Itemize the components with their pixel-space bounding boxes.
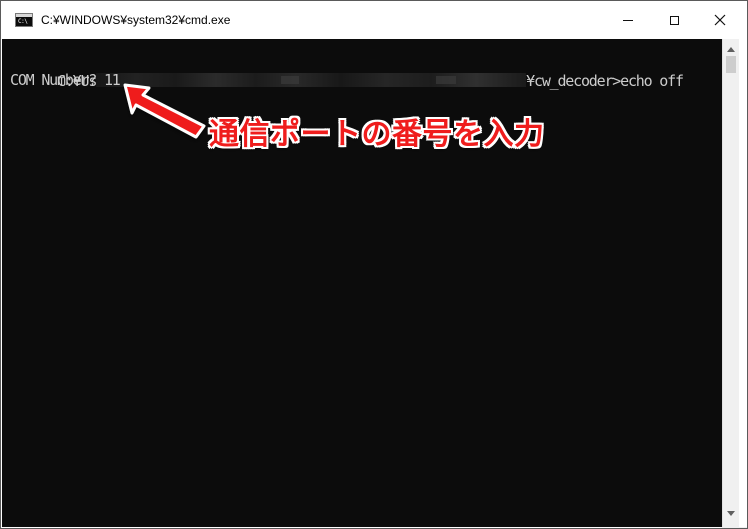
close-icon bbox=[714, 14, 726, 26]
scroll-up-arrow-icon[interactable] bbox=[727, 47, 735, 52]
console-output[interactable]: C:¥Us ¥cw_decoder>echo off COM Number? 11 bbox=[2, 39, 722, 527]
command-prompt-icon-text: C:\ bbox=[18, 18, 28, 25]
maximize-button[interactable] bbox=[651, 1, 697, 39]
console-line-com-number: COM Number? 11 bbox=[10, 71, 121, 89]
red-arrow-annotation bbox=[123, 83, 206, 139]
command-prompt-window: C:\ C:¥WINDOWS¥system32¥cmd.exe C:¥Us ¥cw… bbox=[0, 0, 748, 529]
annotation-input-com-port: 通信ポートの番号を入力 bbox=[209, 117, 545, 152]
scroll-thumb[interactable] bbox=[726, 56, 736, 73]
close-button[interactable] bbox=[697, 1, 743, 39]
path-suffix-command: ¥cw_decoder>echo off bbox=[526, 72, 684, 90]
maximize-icon bbox=[669, 15, 679, 25]
minimize-icon bbox=[623, 19, 633, 21]
window-title: C:¥WINDOWS¥system32¥cmd.exe bbox=[41, 13, 231, 27]
vertical-scrollbar[interactable] bbox=[722, 39, 739, 527]
scroll-down-arrow-icon[interactable] bbox=[727, 511, 735, 516]
arrow-icon bbox=[123, 83, 206, 139]
command-prompt-icon: C:\ bbox=[15, 13, 33, 27]
window-titlebar[interactable]: C:\ C:¥WINDOWS¥system32¥cmd.exe bbox=[1, 1, 747, 39]
minimize-button[interactable] bbox=[605, 1, 651, 39]
window-bottom-edge bbox=[722, 527, 747, 528]
